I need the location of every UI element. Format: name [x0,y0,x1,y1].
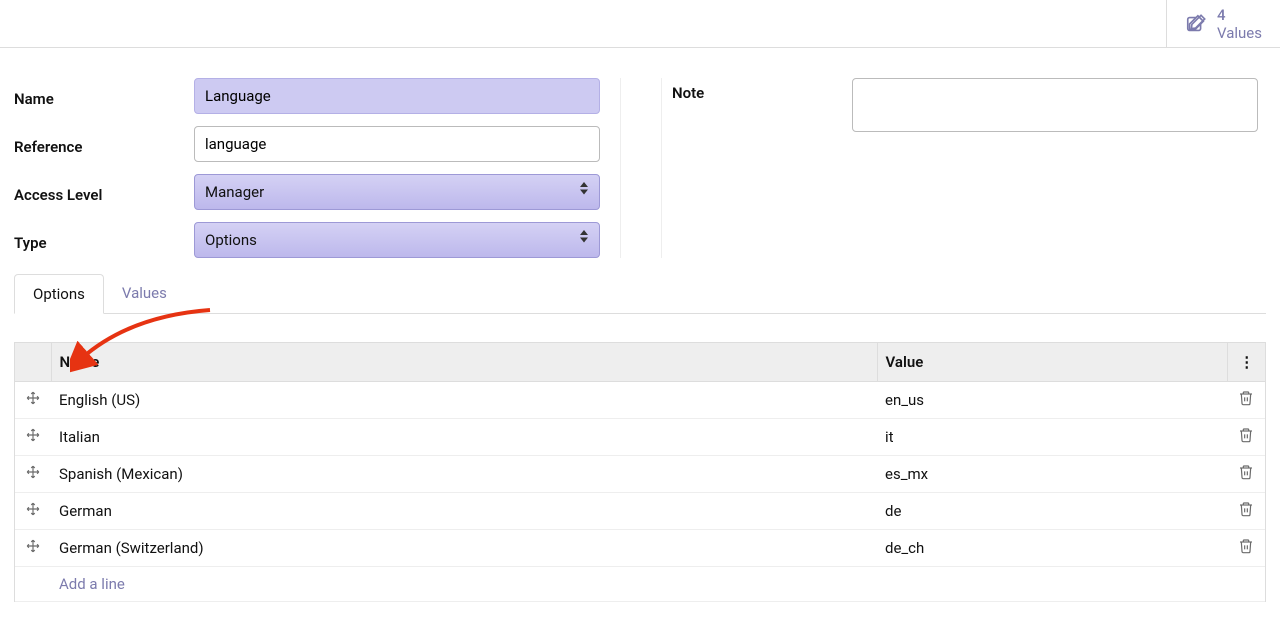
th-value[interactable]: Value [877,343,1227,382]
values-stat-button[interactable]: 4 Values [1166,0,1280,47]
type-select[interactable]: Options [194,222,600,258]
cell-name[interactable]: German (Switzerland) [51,530,877,567]
access-level-value: Manager [194,174,600,210]
cell-value[interactable]: it [877,419,1227,456]
cell-value[interactable]: es_mx [877,456,1227,493]
drag-handle[interactable] [15,493,51,530]
edit-icon [1185,13,1207,35]
delete-row-button[interactable] [1227,456,1265,493]
add-line-row[interactable]: Add a line [15,567,1265,602]
access-level-label: Access Level [14,180,194,204]
th-name[interactable]: Name [51,343,877,382]
th-actions[interactable]: ⋮ [1227,343,1265,382]
note-label: Note [672,78,852,102]
form-area: Name Reference Access Level Manager Type… [0,48,1280,268]
cell-name[interactable]: Spanish (Mexican) [51,456,877,493]
cell-value[interactable]: de [877,493,1227,530]
cell-name[interactable]: German [51,493,877,530]
delete-row-button[interactable] [1227,419,1265,456]
cell-name[interactable]: Italian [51,419,877,456]
delete-row-button[interactable] [1227,530,1265,567]
tabs: Options Values [14,268,1266,314]
cell-name[interactable]: English (US) [51,382,877,419]
add-line-label: Add a line [51,567,1265,602]
drag-handle[interactable] [15,456,51,493]
stat-count: 4 [1217,6,1262,24]
stat-label: Values [1217,24,1262,42]
table-row[interactable]: Germande [15,493,1265,530]
drag-handle[interactable] [15,530,51,567]
table-row[interactable]: German (Switzerland)de_ch [15,530,1265,567]
note-textarea[interactable] [852,78,1258,132]
table-row[interactable]: Italianit [15,419,1265,456]
type-label: Type [14,228,194,252]
name-label: Name [14,84,194,108]
reference-label: Reference [14,132,194,156]
cell-value[interactable]: de_ch [877,530,1227,567]
kebab-icon: ⋮ [1239,353,1253,371]
th-handle [15,343,51,382]
drag-handle[interactable] [15,382,51,419]
tab-options[interactable]: Options [14,274,104,314]
delete-row-button[interactable] [1227,382,1265,419]
table-row[interactable]: English (US)en_us [15,382,1265,419]
form-col-left: Name Reference Access Level Manager Type… [14,78,621,258]
delete-row-button[interactable] [1227,493,1265,530]
drag-handle[interactable] [15,419,51,456]
table-row[interactable]: Spanish (Mexican)es_mx [15,456,1265,493]
access-level-select[interactable]: Manager [194,174,600,210]
cell-value[interactable]: en_us [877,382,1227,419]
topbar: 4 Values [0,0,1280,48]
form-col-right: Note [661,78,1258,258]
options-table: Name Value ⋮ English (US)en_usItalianitS… [14,342,1266,602]
name-input[interactable] [194,78,600,114]
type-value: Options [194,222,600,258]
reference-input[interactable] [194,126,600,162]
stat-text: 4 Values [1217,6,1262,42]
tab-values[interactable]: Values [104,274,185,313]
